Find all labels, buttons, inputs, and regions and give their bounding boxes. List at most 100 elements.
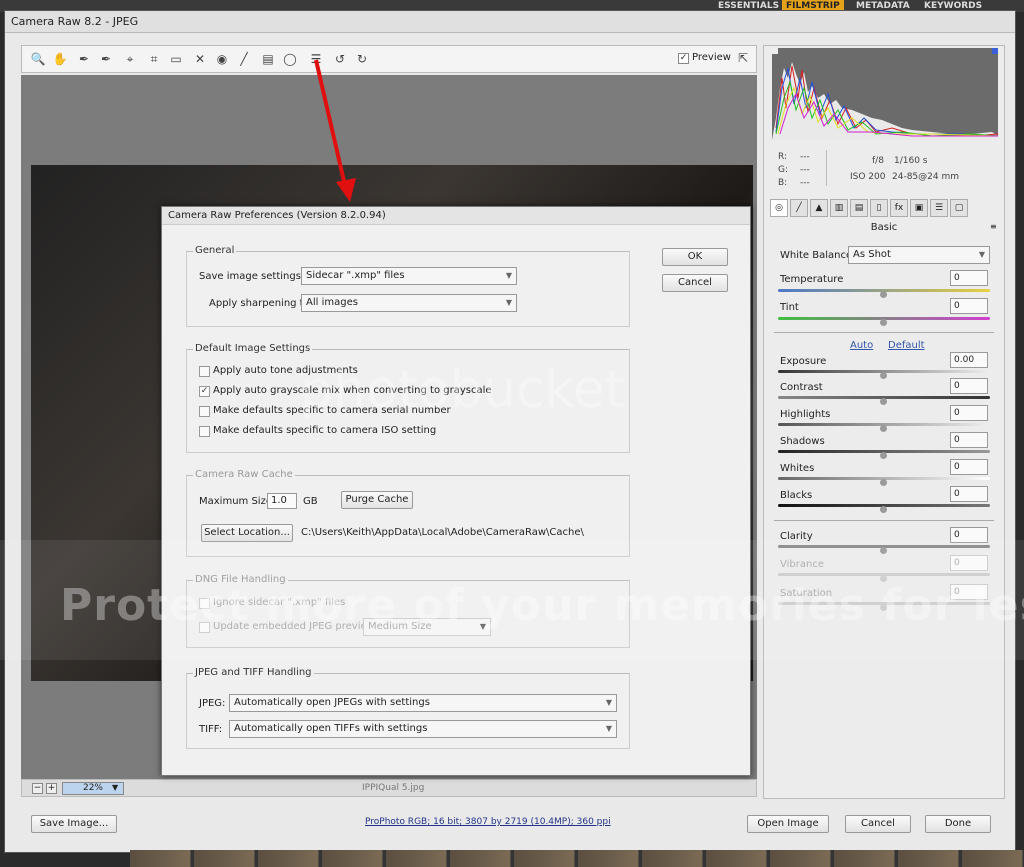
tint-field[interactable]: 0: [950, 298, 988, 314]
zoom-in-button[interactable]: +: [46, 783, 57, 794]
shadows-thumb[interactable]: [880, 452, 887, 459]
radial-filter-icon[interactable]: ◯: [282, 51, 298, 67]
tab-effects-icon[interactable]: fx: [890, 199, 908, 217]
zoom-icon[interactable]: 🔍: [30, 51, 46, 67]
clarity-field[interactable]: 0: [950, 527, 988, 543]
contrast-thumb[interactable]: [880, 398, 887, 405]
white-balance-icon[interactable]: ✒: [76, 51, 92, 67]
contrast-field[interactable]: 0: [950, 378, 988, 394]
vibrance-field[interactable]: 0: [950, 555, 988, 571]
panel-menu-icon[interactable]: ≡: [990, 222, 997, 231]
tool-bar: 🔍 ✋ ✒ ✒ ⌖ ⌗ ▭ ✕ ◉ ╱ ▤ ◯ ☰ ↺ ↻ ✓ Preview …: [21, 45, 757, 73]
white-balance-select[interactable]: As Shot ▼: [848, 246, 990, 264]
tint-thumb[interactable]: [880, 319, 887, 326]
auto-link[interactable]: Auto: [850, 340, 873, 351]
vibrance-thumb[interactable]: [880, 575, 887, 582]
serial-defaults-checkbox[interactable]: [199, 406, 210, 417]
filmstrip-thumbnails[interactable]: [130, 850, 1024, 867]
shadows-label: Shadows: [780, 436, 825, 447]
tab-snapshots-icon[interactable]: ▢: [950, 199, 968, 217]
chevron-down-icon: ▼: [605, 724, 612, 733]
file-name: IPPIQual 5.jpg: [362, 783, 425, 793]
save-settings-select[interactable]: Sidecar ".xmp" files ▼: [301, 267, 517, 285]
saturation-thumb[interactable]: [880, 604, 887, 611]
highlights-thumb[interactable]: [880, 425, 887, 432]
zoom-out-button[interactable]: −: [32, 783, 43, 794]
iso: ISO 200: [850, 172, 886, 182]
exif-divider: [826, 150, 827, 186]
jpeg-select[interactable]: Automatically open JPEGs with settings ▼: [229, 694, 617, 712]
highlights-label: Highlights: [780, 409, 831, 420]
tiff-select[interactable]: Automatically open TIFFs with settings ▼: [229, 720, 617, 738]
temperature-label: Temperature: [780, 274, 844, 285]
vibrance-label: Vibrance: [780, 559, 824, 570]
dialog-cancel-button[interactable]: Cancel: [662, 274, 728, 292]
sharpening-select[interactable]: All images ▼: [301, 294, 517, 312]
purge-cache-button[interactable]: Purge Cache: [341, 491, 413, 509]
spot-removal-icon[interactable]: ✕: [192, 51, 208, 67]
hand-icon[interactable]: ✋: [52, 51, 68, 67]
targeted-adjustment-icon[interactable]: ⌖: [122, 51, 138, 67]
tab-presets-icon[interactable]: ☰: [930, 199, 948, 217]
whites-thumb[interactable]: [880, 479, 887, 486]
cancel-button[interactable]: Cancel: [845, 815, 911, 833]
tab-basic-icon[interactable]: ◎: [770, 199, 788, 217]
done-button[interactable]: Done: [925, 815, 991, 833]
dialog-title: Camera Raw Preferences (Version 8.2.0.94…: [162, 207, 750, 225]
fullscreen-icon[interactable]: ⇱: [738, 51, 748, 65]
temperature-field[interactable]: 0: [950, 270, 988, 286]
color-sampler-icon[interactable]: ✒: [98, 51, 114, 67]
exposure-thumb[interactable]: [880, 372, 887, 379]
r-label: R:: [778, 152, 788, 162]
save-image-button[interactable]: Save Image...: [31, 815, 117, 833]
exposure-field[interactable]: 0.00: [950, 352, 988, 368]
histogram: [772, 48, 998, 140]
auto-grayscale-checkbox[interactable]: ✓: [199, 386, 210, 397]
whites-field[interactable]: 0: [950, 459, 988, 475]
select-location-button[interactable]: Select Location...: [201, 524, 293, 542]
shadows-field[interactable]: 0: [950, 432, 988, 448]
tab-detail-icon[interactable]: ▲: [810, 199, 828, 217]
ignore-sidecar-checkbox[interactable]: [199, 598, 210, 609]
auto-tone-checkbox[interactable]: [199, 366, 210, 377]
ok-button[interactable]: OK: [662, 248, 728, 266]
sharpening-value: All images: [306, 297, 358, 308]
saturation-label: Saturation: [780, 588, 833, 599]
status-bar: − + 22% ▼ IPPIQual 5.jpg: [21, 779, 757, 797]
tab-camera-calibration-icon[interactable]: ▣: [910, 199, 928, 217]
tab-hsl-icon[interactable]: ▥: [830, 199, 848, 217]
temperature-thumb[interactable]: [880, 291, 887, 298]
jpeg-tiff-title: JPEG and TIFF Handling: [193, 667, 314, 678]
iso-defaults-label: Make defaults specific to camera ISO set…: [213, 425, 437, 436]
cache-title: Camera Raw Cache: [193, 469, 295, 480]
update-previews-checkbox[interactable]: [199, 622, 210, 633]
default-link[interactable]: Default: [888, 340, 925, 351]
adjustment-brush-icon[interactable]: ╱: [236, 51, 252, 67]
tab-lens-icon[interactable]: ▯: [870, 199, 888, 217]
window-titlebar: Camera Raw 8.2 - JPEG: [5, 11, 1015, 33]
graduated-filter-icon[interactable]: ▤: [260, 51, 276, 67]
r-value: ---: [800, 152, 810, 162]
update-previews-value: Medium Size: [368, 621, 432, 632]
panel-tabs: ◎ ╱ ▲ ▥ ▤ ▯ fx ▣ ☰ ▢: [764, 196, 1004, 220]
preview-checkbox[interactable]: ✓: [678, 53, 689, 64]
blacks-field[interactable]: 0: [950, 486, 988, 502]
red-eye-icon[interactable]: ◉: [214, 51, 230, 67]
open-image-button[interactable]: Open Image: [747, 815, 829, 833]
chevron-down-icon[interactable]: ▼: [112, 783, 118, 792]
clarity-thumb[interactable]: [880, 547, 887, 554]
chevron-down-icon: ▼: [505, 271, 512, 280]
saturation-field[interactable]: 0: [950, 584, 988, 600]
panel-section-title: Basic: [870, 222, 898, 233]
iso-defaults-checkbox[interactable]: [199, 426, 210, 437]
crop-icon[interactable]: ⌗: [146, 51, 162, 67]
max-size-input[interactable]: 1.0: [267, 493, 297, 509]
update-previews-select[interactable]: Medium Size ▼: [363, 618, 491, 636]
blacks-thumb[interactable]: [880, 506, 887, 513]
tab-tone-curve-icon[interactable]: ╱: [790, 199, 808, 217]
straighten-icon[interactable]: ▭: [168, 51, 184, 67]
workflow-options-link[interactable]: ProPhoto RGB; 16 bit; 3807 by 2719 (10.4…: [365, 817, 611, 827]
chevron-down-icon: ▼: [978, 250, 985, 259]
tab-split-toning-icon[interactable]: ▤: [850, 199, 868, 217]
highlights-field[interactable]: 0: [950, 405, 988, 421]
